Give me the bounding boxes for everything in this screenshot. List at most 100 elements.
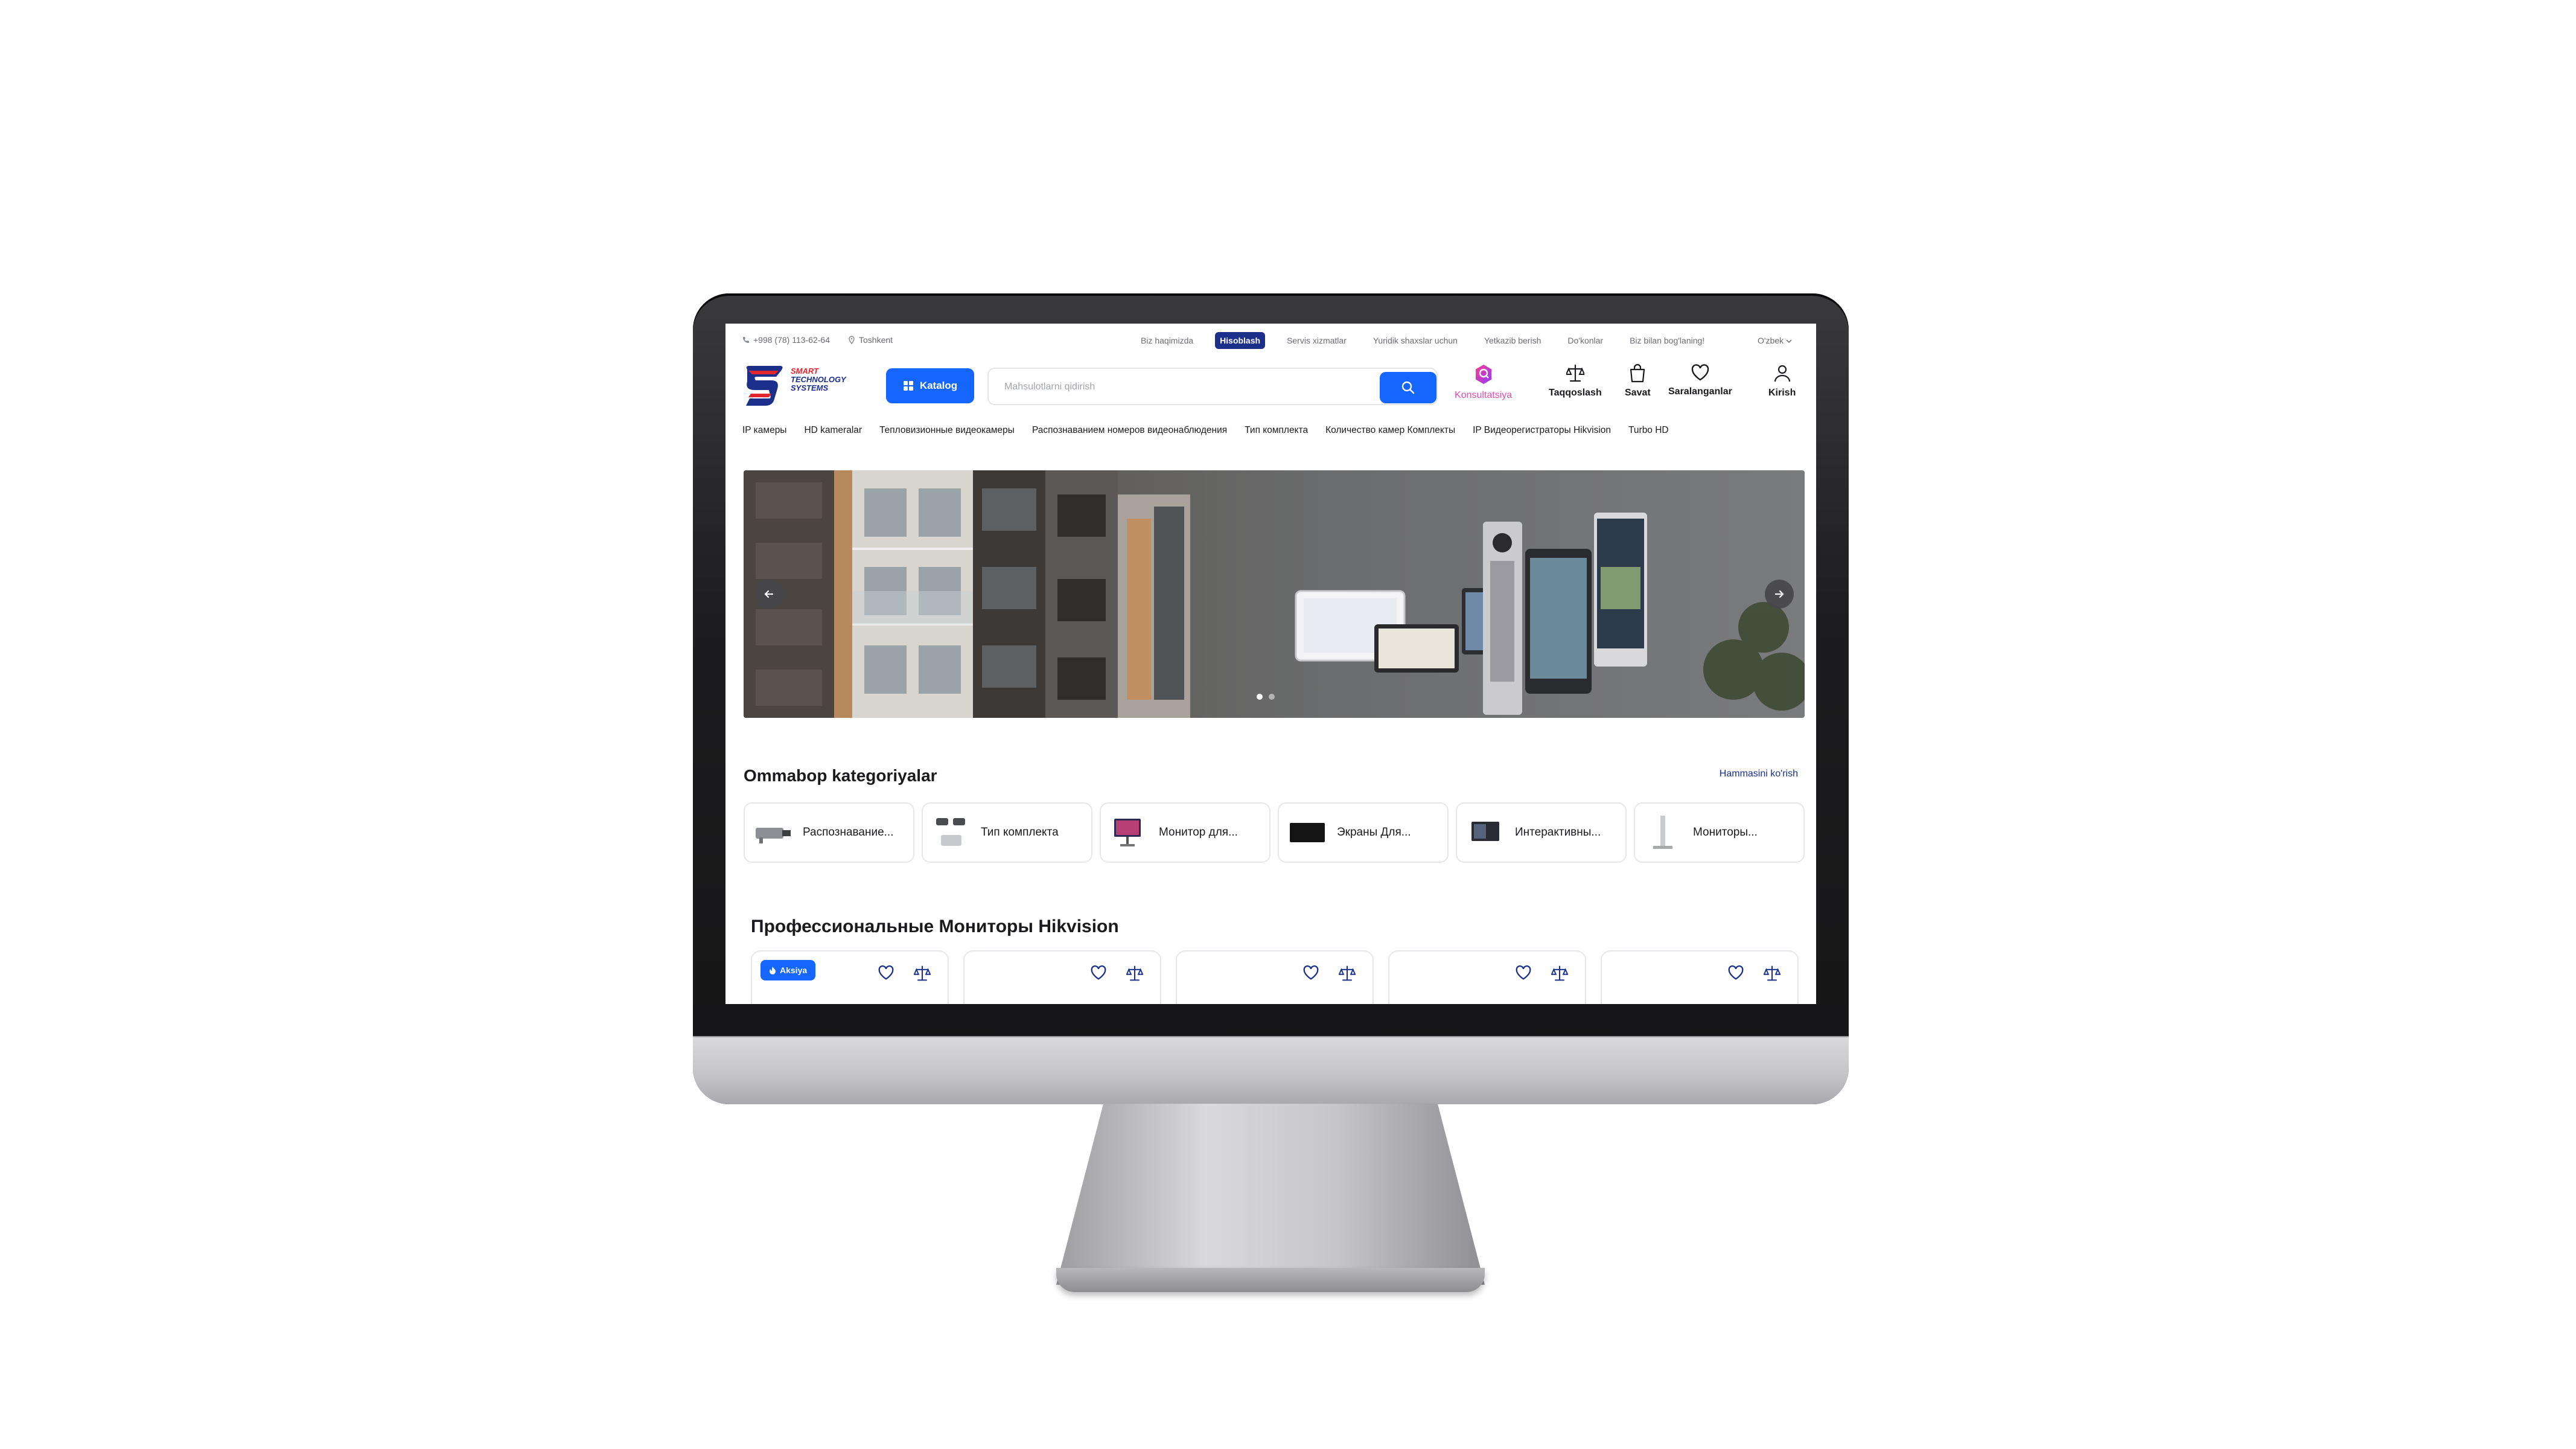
promo-badge-label: Aksiya bbox=[780, 965, 808, 975]
category-nav-item[interactable]: Распознаванием номеров видеонаблюдения bbox=[1032, 425, 1227, 435]
language-label: O'zbek bbox=[1757, 336, 1784, 345]
monitor-chin bbox=[693, 1036, 1849, 1104]
category-nav-item[interactable]: Количество камер Комплекты bbox=[1325, 425, 1455, 435]
catalog-button[interactable]: Katalog bbox=[886, 368, 974, 403]
products-section-title: Профессиональные Мониторы Hikvision bbox=[751, 916, 1119, 936]
top-link-0[interactable]: Biz haqimizda bbox=[1136, 332, 1198, 349]
search-icon bbox=[1401, 381, 1415, 394]
logo-text: SMART TECHNOLOGY SYSTEMS bbox=[791, 367, 846, 392]
category-nav-item[interactable]: Тепловизионные видеокамеры bbox=[879, 425, 1015, 435]
monitor-stand bbox=[1056, 1104, 1485, 1285]
product-card[interactable]: Aksiya bbox=[751, 950, 949, 1004]
stage: +998 (78) 113-62-64 Toshkent Biz haqimiz… bbox=[0, 0, 2576, 1449]
product-cards: Aksiya bbox=[751, 950, 1799, 1004]
category-thumbnail bbox=[1645, 814, 1682, 851]
heart-icon[interactable] bbox=[1090, 965, 1107, 984]
heart-icon[interactable] bbox=[1515, 965, 1532, 984]
banner-prev-button[interactable] bbox=[754, 580, 783, 609]
category-label: Экраны Для... bbox=[1337, 826, 1411, 839]
category-thumbnail bbox=[1289, 814, 1326, 851]
compare-scales-icon[interactable] bbox=[1126, 965, 1144, 985]
logo-line-3: SYSTEMS bbox=[791, 383, 829, 392]
category-card[interactable]: Монитор для... bbox=[1100, 802, 1270, 863]
site-logo[interactable]: SMART TECHNOLOGY SYSTEMS bbox=[742, 362, 863, 406]
top-link-1[interactable]: Hisoblash bbox=[1215, 332, 1266, 349]
search-button[interactable] bbox=[1380, 372, 1436, 403]
category-card[interactable]: Мониторы... bbox=[1634, 802, 1805, 863]
monitor-base bbox=[1056, 1268, 1485, 1292]
login-button[interactable]: Kirish bbox=[1768, 363, 1796, 398]
consult-label: Konsultatsiya bbox=[1455, 390, 1513, 400]
heart-icon[interactable] bbox=[878, 965, 894, 984]
arrow-right-icon bbox=[1774, 590, 1784, 598]
hero-banner[interactable] bbox=[744, 470, 1805, 718]
category-label: Интерактивны... bbox=[1515, 826, 1601, 839]
city-name: Toshkent bbox=[859, 335, 893, 345]
compare-scales-icon[interactable] bbox=[1338, 965, 1356, 985]
banner-pagination bbox=[1257, 694, 1275, 700]
see-all-link[interactable]: Hammasini ko'rish bbox=[1720, 769, 1798, 779]
popular-categories-list: Распознавание... Тип комплекта Монитор для… bbox=[744, 802, 1805, 863]
language-selector[interactable]: O'zbek bbox=[1758, 336, 1792, 345]
catalog-label: Katalog bbox=[919, 380, 958, 391]
logo-line-2: TECHNOLOGY bbox=[791, 375, 846, 384]
category-label: Тип комплекта bbox=[981, 826, 1059, 839]
top-link-5[interactable]: Do'konlar bbox=[1563, 332, 1608, 349]
user-icon bbox=[1774, 365, 1790, 382]
phone-number: +998 (78) 113-62-64 bbox=[753, 335, 830, 345]
consult-button[interactable]: Konsultatsiya bbox=[1455, 363, 1512, 401]
compare-scales-icon[interactable] bbox=[1551, 965, 1569, 985]
category-card[interactable]: Тип комплекта bbox=[922, 802, 1092, 863]
screen: +998 (78) 113-62-64 Toshkent Biz haqimiz… bbox=[725, 324, 1816, 1004]
banner-next-button[interactable] bbox=[1765, 580, 1794, 609]
location-pin-icon bbox=[849, 336, 855, 344]
category-label: Монитор для... bbox=[1159, 826, 1238, 839]
category-nav-item[interactable]: IP Видеорегистраторы Hikvision bbox=[1473, 425, 1611, 435]
category-nav-item[interactable]: IP камеры bbox=[742, 425, 786, 435]
product-card[interactable] bbox=[1601, 950, 1799, 1004]
top-bar: +998 (78) 113-62-64 Toshkent Biz haqimiz… bbox=[725, 330, 1816, 351]
logo-line-1: SMART bbox=[791, 366, 818, 376]
category-nav: IP камеры HD kameralar Тепловизионные виде… bbox=[742, 425, 1816, 441]
search-input[interactable] bbox=[1004, 379, 1366, 395]
grid-icon bbox=[903, 381, 913, 391]
product-card[interactable] bbox=[1388, 950, 1586, 1004]
category-nav-item[interactable]: Turbo HD bbox=[1628, 425, 1669, 435]
banner-image bbox=[744, 470, 1805, 718]
compare-scales-icon[interactable] bbox=[1763, 965, 1781, 985]
phone-link[interactable]: +998 (78) 113-62-64 bbox=[742, 335, 830, 345]
heart-icon[interactable] bbox=[1727, 965, 1744, 984]
category-thumbnail bbox=[754, 814, 792, 851]
category-label: Мониторы... bbox=[1693, 826, 1758, 839]
banner-dot[interactable] bbox=[1257, 694, 1263, 700]
top-link-3[interactable]: Yuridik shaxslar uchun bbox=[1368, 332, 1462, 349]
compare-scales-icon[interactable] bbox=[913, 965, 931, 985]
product-card[interactable] bbox=[1176, 950, 1374, 1004]
top-link-4[interactable]: Yetkazib berish bbox=[1479, 332, 1546, 349]
heart-icon[interactable] bbox=[1302, 965, 1319, 984]
logo-mark-icon bbox=[746, 366, 783, 406]
product-card[interactable] bbox=[963, 950, 1161, 1004]
cart-button[interactable]: Savat bbox=[1625, 363, 1651, 398]
consult-icon bbox=[1475, 365, 1491, 384]
heart-icon bbox=[1691, 364, 1709, 381]
top-link-6[interactable]: Biz bilan bog'laning! bbox=[1625, 332, 1709, 349]
banner-dot[interactable] bbox=[1269, 694, 1275, 700]
category-nav-item[interactable]: Тип комплекта bbox=[1245, 425, 1308, 435]
category-card[interactable]: Экраны Для... bbox=[1278, 802, 1449, 863]
top-link-2[interactable]: Servis xizmatlar bbox=[1282, 332, 1351, 349]
cart-label: Savat bbox=[1625, 388, 1651, 398]
login-label: Kirish bbox=[1768, 388, 1796, 398]
compare-button[interactable]: Taqqoslash bbox=[1549, 363, 1602, 398]
chevron-down-icon bbox=[1786, 339, 1792, 344]
favorites-button[interactable]: Saralanganlar bbox=[1668, 363, 1732, 397]
category-card[interactable]: Распознавание... bbox=[744, 802, 914, 863]
city-selector[interactable]: Toshkent bbox=[848, 335, 893, 345]
category-thumbnail bbox=[1467, 814, 1504, 851]
favorites-label: Saralanganlar bbox=[1668, 386, 1732, 397]
promo-badge: Aksiya bbox=[760, 960, 816, 980]
compare-scales-icon bbox=[1566, 364, 1584, 382]
category-nav-item[interactable]: HD kameralar bbox=[804, 425, 862, 435]
category-card[interactable]: Интерактивны... bbox=[1456, 802, 1627, 863]
category-thumbnail bbox=[933, 814, 970, 851]
